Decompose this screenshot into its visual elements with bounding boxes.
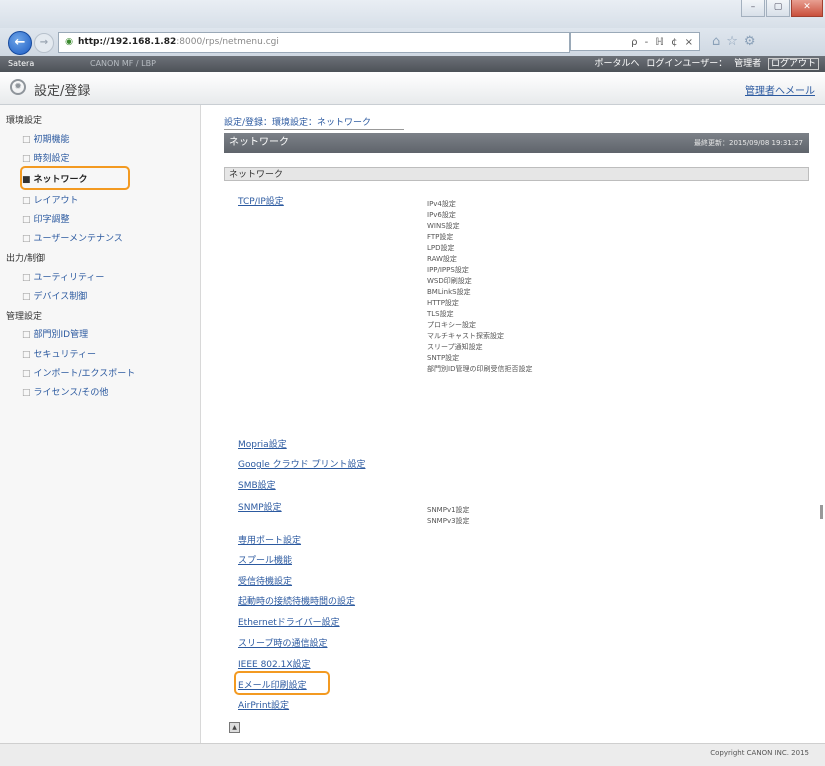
- tcpip-subitem: スリープ通知設定: [427, 343, 483, 351]
- home-icon[interactable]: ⌂: [712, 34, 726, 49]
- last-updated-timestamp: 最終更新：2015/09/08 19:31:27: [693, 139, 803, 147]
- sidebar-item-import-export[interactable]: □ インポート/エクスポート: [22, 366, 135, 379]
- gear-icon[interactable]: ⚙: [744, 34, 762, 49]
- snmp-subitem: SNMPv1設定: [427, 506, 470, 514]
- login-user-label: ログインユーザー：: [646, 59, 728, 69]
- sidebar-item-security[interactable]: □ セキュリティー: [22, 347, 96, 360]
- page-header-bar: ネットワーク 最終更新：2015/09/08 19:31:27: [224, 133, 809, 153]
- network-highlight-box: [20, 166, 130, 190]
- link-startup-wait-time-settings[interactable]: 起動時の接続待機時間の設定: [238, 594, 355, 607]
- user-role: 管理者: [734, 59, 762, 69]
- bullet-icon: □: [22, 292, 31, 302]
- main-content: 設定/登録：環境設定：ネットワーク ネットワーク 最終更新：2015/09/08…: [201, 105, 825, 743]
- app-top-bar: Satera CANON MF / LBP ポータルへ ログインユーザー： 管理…: [0, 56, 825, 72]
- back-button[interactable]: ←: [8, 31, 32, 55]
- bullet-icon: □: [22, 330, 31, 340]
- sidebar-item-layout[interactable]: □ レイアウト: [22, 193, 79, 206]
- bullet-icon: □: [22, 215, 31, 225]
- link-tcpip-settings[interactable]: TCP/IP設定: [238, 194, 284, 207]
- tcpip-subitem: HTTP設定: [427, 299, 459, 307]
- sidebar-item-license-other[interactable]: □ ライセンス/その他: [22, 385, 108, 398]
- email-print-highlight-box: [234, 671, 330, 695]
- sidebar-category-environment: 環境設定: [6, 116, 43, 126]
- sidebar-item-device-control[interactable]: □ デバイス制御: [22, 289, 87, 302]
- sidebar-item-time-settings[interactable]: □ 時刻設定: [22, 151, 70, 164]
- device-name: CANON MF / LBP: [90, 59, 156, 68]
- bullet-icon: □: [22, 196, 31, 206]
- bullet-icon: □: [22, 154, 31, 164]
- address-bar[interactable]: ◉ http://192.168.1.82:8000/rps/netmenu.cg…: [58, 32, 570, 53]
- star-icon[interactable]: ☆: [726, 34, 744, 49]
- mail-to-admin-link[interactable]: 管理者へメール: [745, 82, 815, 97]
- bullet-icon: □: [22, 369, 31, 379]
- sidebar-category-management: 管理設定: [6, 312, 43, 322]
- browser-toolbar-icons: ⌂☆⚙: [712, 34, 762, 49]
- sidebar-item-user-maintenance[interactable]: □ ユーザーメンテナンス: [22, 231, 123, 244]
- breadcrumb[interactable]: 設定/登録：環境設定：ネットワーク: [224, 115, 404, 130]
- app-header: ✹ 設定/登録 管理者へメール: [0, 72, 825, 105]
- tcpip-subitem: SNTP設定: [427, 354, 460, 362]
- page-title: ネットワーク: [229, 137, 289, 148]
- page-heading: 設定/登録: [34, 84, 91, 99]
- tcpip-subitem: IPv6設定: [427, 211, 456, 219]
- minimize-button[interactable]: –: [741, 0, 765, 17]
- url-path: :8000/rps/netmenu.cgi: [176, 37, 279, 47]
- url-host: http://192.168.1.82: [78, 37, 177, 47]
- scrollbar-indicator[interactable]: [820, 505, 823, 519]
- snmp-subitem: SNMPv3設定: [427, 517, 470, 525]
- link-airprint-settings[interactable]: AirPrint設定: [238, 698, 289, 711]
- maximize-button[interactable]: ▢: [766, 0, 790, 17]
- tcpip-subitem: LPD設定: [427, 244, 455, 252]
- forward-button[interactable]: →: [34, 33, 54, 53]
- window-controls: – ▢ ✕: [740, 0, 823, 17]
- tcpip-subitem: WSD印刷設定: [427, 277, 472, 285]
- tcpip-subitem: RAW設定: [427, 255, 457, 263]
- topbar-right-group: ポータルへ ログインユーザー： 管理者 ログアウト: [591, 56, 819, 72]
- tcpip-subitem: IPv4設定: [427, 200, 456, 208]
- tcpip-subitem: 部門別ID管理の印刷受信拒否設定: [427, 365, 533, 373]
- link-receive-wait-settings[interactable]: 受信待機設定: [238, 574, 292, 587]
- tcpip-subitem: IPP/IPPS設定: [427, 266, 469, 274]
- link-mopria-settings[interactable]: Mopria設定: [238, 437, 287, 450]
- copyright-text: Copyright CANON INC. 2015: [710, 749, 809, 757]
- scroll-to-top-icon[interactable]: ▲: [229, 722, 240, 733]
- link-ethernet-driver-settings[interactable]: Ethernetドライバー設定: [238, 615, 340, 628]
- browser-title-bar: – ▢ ✕: [0, 0, 825, 28]
- brand-label: Satera: [8, 59, 35, 68]
- portal-link[interactable]: ポータルへ: [595, 59, 640, 69]
- bullet-icon: □: [22, 350, 31, 360]
- link-spool-function[interactable]: スプール機能: [238, 553, 292, 566]
- tcpip-subitem: マルチキャスト探索設定: [427, 332, 504, 340]
- link-google-cloud-print-settings[interactable]: Google クラウド プリント設定: [238, 457, 365, 470]
- tcpip-subitem: WINS設定: [427, 222, 460, 230]
- link-dedicated-port-settings[interactable]: 専用ポート設定: [238, 533, 301, 546]
- sidebar-item-print-adjust[interactable]: □ 印字調整: [22, 212, 70, 225]
- sidebar-category-output-control: 出力/制御: [6, 254, 46, 264]
- settings-gear-icon: ✹: [10, 79, 26, 95]
- sidebar-item-initial-function[interactable]: □ 初期機能: [22, 132, 70, 145]
- link-sleep-communication-settings[interactable]: スリープ時の通信設定: [238, 636, 327, 649]
- sidebar: 環境設定 □ 初期機能 □ 時刻設定 ■ ネットワーク □ レイアウト □ 印字調整 □ ユ…: [0, 105, 201, 743]
- bullet-icon: □: [22, 273, 31, 283]
- tcpip-subitem: TLS設定: [427, 310, 454, 318]
- site-favicon-icon: ◉: [65, 37, 73, 47]
- address-actions[interactable]: ρ - ℍ ¢ ×: [570, 32, 700, 51]
- section-header-network: ネットワーク: [224, 167, 809, 181]
- tcpip-subitem: FTP設定: [427, 233, 454, 241]
- sidebar-item-utility[interactable]: □ ユーティリティー: [22, 270, 104, 283]
- tcpip-subitem: プロキシー設定: [427, 321, 476, 329]
- link-snmp-settings[interactable]: SNMP設定: [238, 500, 282, 513]
- close-window-button[interactable]: ✕: [791, 0, 823, 17]
- link-smb-settings[interactable]: SMB設定: [238, 478, 276, 491]
- logout-button[interactable]: ログアウト: [767, 58, 819, 70]
- bullet-icon: □: [22, 388, 31, 398]
- link-ieee8021x-settings[interactable]: IEEE 802.1X設定: [238, 657, 311, 670]
- browser-toolbar: ← → ◉ http://192.168.1.82:8000/rps/netmen…: [0, 28, 825, 56]
- bullet-icon: □: [22, 234, 31, 244]
- bullet-icon: □: [22, 135, 31, 145]
- sidebar-item-department-id[interactable]: □ 部門別ID管理: [22, 327, 88, 340]
- tcpip-subitem: BMLinkS設定: [427, 288, 471, 296]
- footer-bar: Copyright CANON INC. 2015: [0, 743, 825, 766]
